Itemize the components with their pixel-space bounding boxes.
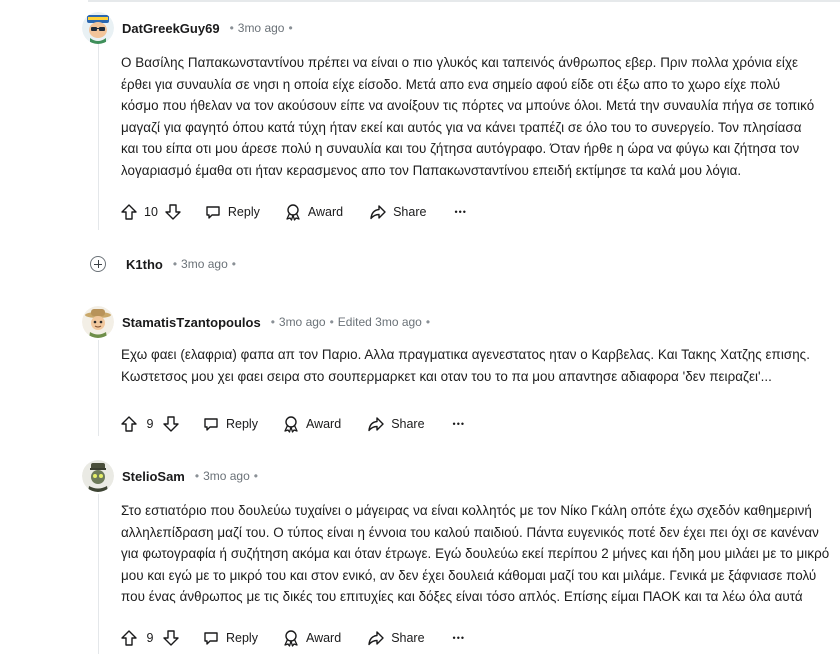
vote-count: 9 — [146, 631, 154, 645]
comment-bubble-icon — [204, 632, 218, 645]
more-options-button[interactable]: ••• — [454, 207, 466, 217]
reply-label: Reply — [226, 631, 258, 645]
reply-button[interactable]: Reply — [202, 629, 258, 647]
separator-dot: • — [172, 257, 178, 271]
reply-label: Reply — [226, 417, 258, 431]
comment-meta: • 3mo ago • — [226, 21, 297, 35]
separator-dot: • — [253, 469, 258, 483]
comment-actions: 9 Reply Award Share ••• — [120, 412, 465, 436]
more-options-icon: ••• — [452, 633, 465, 643]
comment-actions: 10 Reply Award Share ••• — [120, 200, 467, 224]
username[interactable]: DatGreekGuy69 — [122, 21, 220, 36]
thread-line[interactable] — [98, 494, 99, 654]
share-icon — [370, 205, 386, 220]
comment-text: Ο Βασίλης Παπακωνσταντίνου πρέπει να είν… — [121, 55, 815, 178]
upvote-icon[interactable] — [120, 629, 138, 647]
share-label: Share — [393, 205, 427, 219]
award-button[interactable]: Award — [282, 415, 341, 433]
timestamp[interactable]: 3mo ago — [238, 21, 285, 35]
username[interactable]: StamatisTzantopoulos — [122, 315, 261, 330]
award-button[interactable]: Award — [284, 203, 343, 221]
comment-body: Στο εστιατόριο που δουλεύω τυχαίνει ο μά… — [121, 500, 833, 608]
award-icon — [284, 630, 298, 647]
timestamp[interactable]: 3mo ago — [181, 257, 228, 271]
reply-button[interactable]: Reply — [204, 203, 260, 221]
share-label: Share — [391, 417, 425, 431]
comment-body: Εχω φαει (ελαφρια) φαπα απ τον Παριο. Αλ… — [121, 344, 821, 387]
more-options-icon: ••• — [454, 207, 467, 217]
username[interactable]: K1tho — [126, 257, 163, 272]
comment-text: Εχω φαει (ελαφρια) φαπα απ τον Παριο. Αλ… — [121, 347, 810, 384]
thread-line[interactable] — [98, 44, 99, 230]
collapsed-comment: K1tho • 3mo ago • — [90, 256, 240, 272]
separator-dot: • — [229, 21, 234, 35]
username[interactable]: StelioSam — [122, 469, 185, 484]
share-icon — [368, 417, 384, 432]
reply-button[interactable]: Reply — [202, 415, 258, 433]
more-options-button[interactable]: ••• — [453, 633, 465, 643]
edited-label: Edited 3mo ago — [337, 315, 422, 329]
avatar-icon — [82, 306, 114, 338]
share-icon — [368, 631, 384, 646]
comment-header: DatGreekGuy69 • 3mo ago • — [82, 12, 297, 44]
comment-body: Ο Βασίλης Παπακωνσταντίνου πρέπει να είν… — [121, 52, 821, 181]
vote-group: 10 — [120, 203, 182, 221]
separator-dot: • — [194, 469, 200, 483]
share-label: Share — [391, 631, 425, 645]
comment-meta: • 3mo ago • — [191, 469, 262, 483]
award-label: Award — [305, 417, 342, 431]
share-button[interactable]: Share — [367, 629, 425, 647]
award-button[interactable]: Award — [282, 629, 341, 647]
share-button[interactable]: Share — [369, 203, 426, 221]
downvote-icon[interactable] — [164, 203, 182, 221]
reply-label: Reply — [227, 205, 260, 219]
expand-icon[interactable] — [90, 256, 106, 272]
comment-header: StelioSam • 3mo ago • — [82, 460, 262, 492]
comment-bubble-icon — [206, 206, 220, 219]
vote-group: 9 — [120, 415, 180, 433]
timestamp[interactable]: 3mo ago — [203, 469, 250, 483]
award-icon — [284, 416, 298, 433]
more-options-icon: ••• — [452, 419, 465, 429]
separator-dot: • — [288, 21, 293, 35]
separator-dot: • — [231, 257, 236, 271]
separator-dot: • — [425, 315, 431, 329]
upvote-icon[interactable] — [120, 203, 138, 221]
separator-dot: • — [329, 315, 334, 329]
thread-line[interactable] — [98, 340, 99, 436]
vote-group: 9 — [120, 629, 180, 647]
vote-count: 9 — [146, 417, 154, 431]
avatar-icon — [82, 12, 114, 44]
comment-meta: • 3mo ago • — [169, 257, 240, 271]
share-button[interactable]: Share — [367, 415, 425, 433]
avatar[interactable] — [82, 12, 114, 44]
separator-dot: • — [270, 315, 275, 329]
comment-actions: 9 Reply Award Share ••• — [120, 626, 465, 650]
timestamp[interactable]: 3mo ago — [279, 315, 326, 329]
vote-count: 10 — [144, 205, 158, 219]
avatar[interactable] — [82, 460, 114, 492]
more-options-button[interactable]: ••• — [453, 419, 465, 429]
award-label: Award — [305, 631, 342, 645]
comment-header: StamatisTzantopoulos • 3mo ago • Edited 3mo… — [82, 306, 434, 338]
avatar[interactable] — [82, 306, 114, 338]
award-label: Award — [307, 205, 344, 219]
award-icon — [286, 204, 300, 221]
comment-meta: • 3mo ago • Edited 3mo ago • — [267, 315, 434, 329]
upvote-icon[interactable] — [120, 415, 138, 433]
comment-bubble-icon — [204, 418, 218, 431]
avatar-icon — [82, 460, 114, 492]
downvote-icon[interactable] — [162, 629, 180, 647]
downvote-icon[interactable] — [162, 415, 180, 433]
comment-text: Στο εστιατόριο που δουλεύω τυχαίνει ο μά… — [121, 503, 830, 604]
top-divider — [0, 0, 840, 3]
